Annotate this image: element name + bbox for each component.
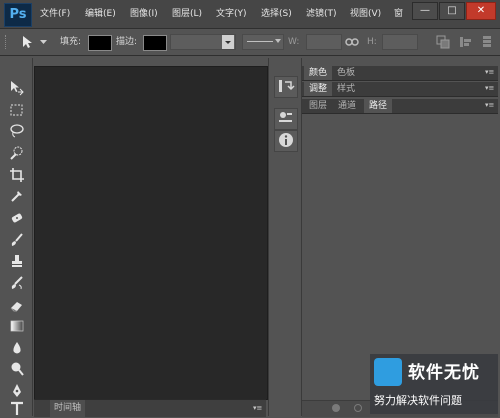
history-brush-icon <box>279 80 295 92</box>
watermark: 软件无忧 努力解决软件问题 <box>370 354 498 414</box>
info-panel-icon[interactable] <box>274 130 298 152</box>
fill-swatch[interactable] <box>88 35 112 51</box>
menu-select[interactable]: 选择(S) <box>261 0 292 28</box>
color-panel-group: 颜色 色板 ▾≡ <box>302 66 498 81</box>
path-arrangement-icon[interactable] <box>480 35 494 49</box>
tab-layers[interactable]: 图层 <box>304 99 332 113</box>
stroke-width-dropdown[interactable] <box>222 35 234 49</box>
height-label: H: <box>367 37 377 47</box>
menu-window[interactable]: 窗 <box>394 0 403 28</box>
menu-filter[interactable]: 滤镜(T) <box>306 0 337 28</box>
menu-bar: Ps 文件(F) 编辑(E) 图像(I) 图层(L) 文字(Y) 选择(S) 滤… <box>0 0 500 29</box>
watermark-subtitle: 努力解决软件问题 <box>374 394 462 407</box>
height-field[interactable] <box>382 34 418 50</box>
watermark-logo <box>374 358 402 386</box>
options-grip <box>5 35 8 49</box>
crop-tool-icon[interactable] <box>9 167 25 183</box>
path-operations-icon[interactable] <box>436 35 450 49</box>
stroke-label: 描边: <box>116 37 138 47</box>
stroke-swatch[interactable] <box>143 35 167 51</box>
fill-path-button[interactable] <box>332 404 340 412</box>
menu-file[interactable]: 文件(F) <box>40 0 70 28</box>
adjustments-panel-group: 调整 样式 ▾≡ <box>302 82 498 97</box>
eyedropper-tool-icon[interactable] <box>9 188 25 204</box>
menu-image[interactable]: 图像(I) <box>130 0 158 28</box>
close-button[interactable]: ✕ <box>466 2 496 20</box>
clone-stamp-tool-icon[interactable] <box>9 253 25 269</box>
stroke-path-button[interactable] <box>354 404 362 412</box>
timeline-menu-icon[interactable]: ▾≡ <box>253 403 262 413</box>
link-icon[interactable] <box>345 36 359 48</box>
type-tool-icon[interactable] <box>9 400 25 416</box>
minimize-button[interactable]: — <box>412 2 438 20</box>
dodge-tool-icon[interactable] <box>9 361 25 377</box>
width-field[interactable] <box>306 34 342 50</box>
tab-paths[interactable]: 路径 <box>364 99 393 113</box>
tab-channels[interactable]: 通道 <box>333 99 361 113</box>
maximize-button[interactable]: □ <box>439 2 465 20</box>
tab-color[interactable]: 颜色 <box>304 66 333 80</box>
tool-preset-dropdown-icon[interactable] <box>40 40 47 45</box>
properties-icon <box>279 112 292 122</box>
info-icon <box>279 133 293 147</box>
path-alignment-icon[interactable] <box>458 35 472 49</box>
stroke-line-preview <box>247 41 273 42</box>
options-bar: 填充: 描边: W: H: <box>0 29 500 56</box>
color-panel-menu-icon[interactable]: ▾≡ <box>485 67 494 77</box>
timeline-tab[interactable]: 时间轴 <box>50 400 86 417</box>
timeline-panel: 时间轴 ▾≡ <box>34 399 266 417</box>
tab-swatches[interactable]: 色板 <box>332 66 360 80</box>
stroke-type-dropdown[interactable] <box>242 34 284 50</box>
path-selection-tool-icon[interactable] <box>20 35 34 49</box>
chevron-down-icon <box>275 39 281 43</box>
paths-panel-menu-icon[interactable]: ▾≡ <box>485 100 494 110</box>
width-label: W: <box>288 37 300 47</box>
layers-panel-group: 图层 通道 路径 ▾≡ <box>302 99 498 114</box>
menu-layer[interactable]: 图层(L) <box>172 0 202 28</box>
quick-selection-tool-icon[interactable] <box>9 145 25 161</box>
blur-tool-icon[interactable] <box>9 340 25 356</box>
history-brush-tool-icon[interactable] <box>9 275 25 291</box>
watermark-title: 软件无忧 <box>408 363 480 383</box>
history-panel-icon[interactable] <box>274 76 298 98</box>
photoshop-logo: Ps <box>4 3 32 27</box>
pen-tool-icon[interactable] <box>9 383 25 399</box>
tab-styles[interactable]: 样式 <box>332 82 360 96</box>
marquee-tool-icon[interactable] <box>9 102 25 118</box>
menu-type[interactable]: 文字(Y) <box>216 0 247 28</box>
document-canvas-area[interactable] <box>34 66 268 400</box>
spot-healing-tool-icon[interactable] <box>9 210 25 226</box>
adjustments-panel-menu-icon[interactable]: ▾≡ <box>485 83 494 93</box>
eraser-tool-icon[interactable] <box>9 297 25 313</box>
tools-panel <box>2 58 33 416</box>
tab-adjustments[interactable]: 调整 <box>304 82 333 96</box>
brush-tool-icon[interactable] <box>9 232 25 248</box>
properties-panel-icon[interactable] <box>274 108 298 130</box>
lasso-tool-icon[interactable] <box>9 123 25 139</box>
collapsed-panel-strip <box>268 58 302 416</box>
fill-label: 填充: <box>60 37 82 47</box>
move-tool-icon[interactable] <box>9 80 25 96</box>
gradient-tool-icon[interactable] <box>9 318 25 334</box>
menu-view[interactable]: 视图(V) <box>350 0 381 28</box>
menu-edit[interactable]: 编辑(E) <box>85 0 116 28</box>
chevron-down-icon <box>225 41 231 44</box>
